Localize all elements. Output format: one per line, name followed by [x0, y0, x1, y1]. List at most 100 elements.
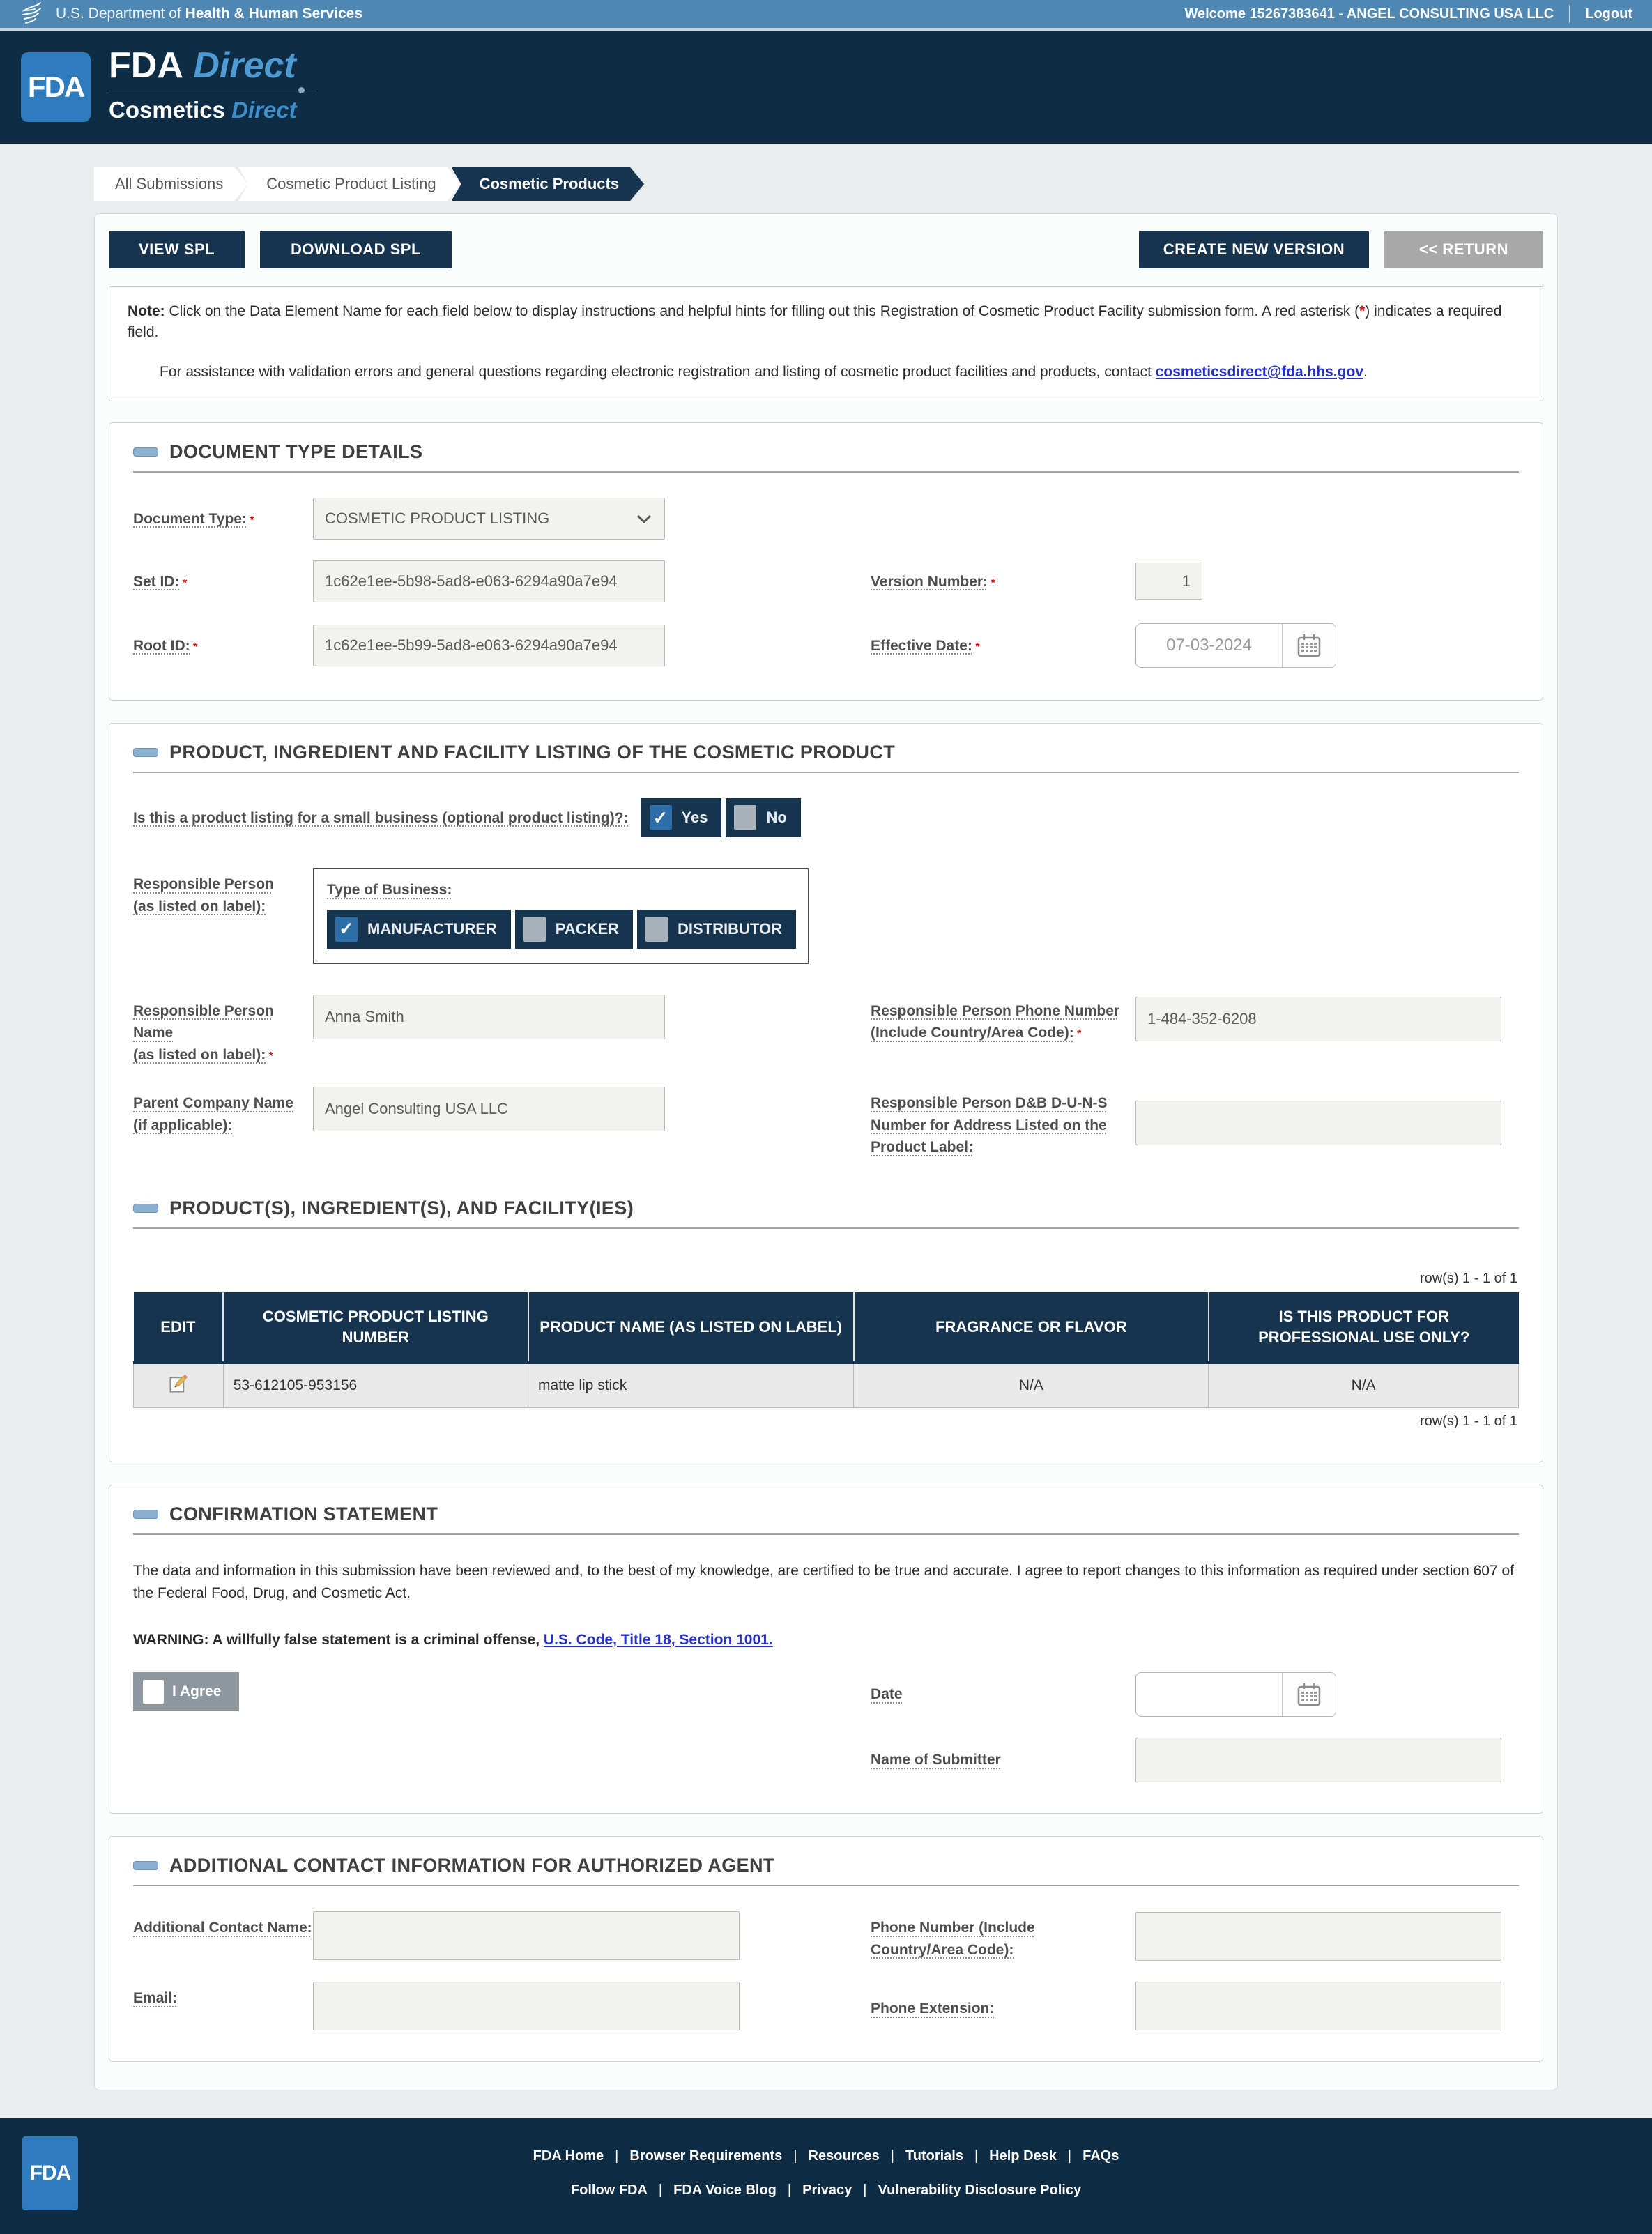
- footer-link-help-desk[interactable]: Help Desk: [963, 2148, 1057, 2164]
- footer-link-vulnerability-disclosure[interactable]: Vulnerability Disclosure Policy: [852, 2182, 1081, 2198]
- footer-link-follow-fda[interactable]: Follow FDA: [571, 2182, 648, 2198]
- i-agree-checkbox-button[interactable]: I Agree: [133, 1672, 239, 1711]
- name-of-submitter-label[interactable]: Name of Submitter: [871, 1752, 1001, 1768]
- additional-contact-name-label[interactable]: Additional Contact Name:: [133, 1920, 312, 1936]
- view-spl-button[interactable]: VIEW SPL: [109, 231, 245, 268]
- welcome-text: Welcome 15267383641 - ANGEL CONSULTING U…: [1184, 6, 1554, 22]
- version-number-field[interactable]: 1: [1135, 563, 1202, 600]
- create-new-version-button[interactable]: CREATE NEW VERSION: [1139, 231, 1369, 268]
- collapse-dash-icon[interactable]: [133, 1204, 158, 1213]
- breadcrumb-all-submissions[interactable]: All Submissions: [94, 167, 248, 201]
- manufacturer-checkbox[interactable]: [335, 917, 358, 942]
- small-business-label[interactable]: Is this a product listing for a small bu…: [133, 807, 629, 829]
- rowcount-bottom: row(s) 1 - 1 of 1: [133, 1414, 1517, 1430]
- calendar-button[interactable]: [1283, 624, 1336, 667]
- responsible-person-phone-label[interactable]: Responsible Person Phone Number(Include …: [871, 1003, 1119, 1041]
- footer-link-faqs[interactable]: FAQs: [1057, 2148, 1119, 2164]
- main-form-card: VIEW SPL DOWNLOAD SPL CREATE NEW VERSION…: [94, 213, 1558, 2090]
- footer-link-tutorials[interactable]: Tutorials: [880, 2148, 963, 2164]
- packer-checkbox[interactable]: [523, 917, 546, 942]
- fda-direct-title: FDA Direct: [109, 47, 317, 91]
- footer-link-privacy[interactable]: Privacy: [777, 2182, 852, 2198]
- section-title: ADDITIONAL CONTACT INFORMATION FOR AUTHO…: [169, 1855, 775, 1876]
- packer-option[interactable]: PACKER: [515, 910, 633, 949]
- professional-use-cell: N/A: [1209, 1363, 1519, 1408]
- manufacturer-option[interactable]: MANUFACTURER: [327, 910, 511, 949]
- logout-link[interactable]: Logout: [1585, 6, 1632, 22]
- page-footer: FDA FDA Home Browser Requirements Resour…: [0, 2118, 1652, 2234]
- collapse-dash-icon[interactable]: [133, 1861, 158, 1870]
- download-spl-button[interactable]: DOWNLOAD SPL: [260, 231, 452, 268]
- document-type-details-section: DOCUMENT TYPE DETAILS Document Type: * C…: [109, 422, 1543, 701]
- section-title: CONFIRMATION STATEMENT: [169, 1504, 438, 1525]
- agree-checkbox[interactable]: [143, 1680, 164, 1704]
- footer-link-fda-voice-blog[interactable]: FDA Voice Blog: [648, 2182, 777, 2198]
- distributor-checkbox[interactable]: [645, 917, 668, 942]
- chevron-down-icon: [637, 510, 651, 523]
- responsible-person-name-field[interactable]: Anna Smith: [313, 995, 665, 1039]
- effective-date-field[interactable]: 07-03-2024: [1136, 624, 1283, 667]
- no-checkbox[interactable]: [734, 805, 756, 830]
- footer-links-row1: FDA Home Browser Requirements Resources …: [533, 2148, 1119, 2164]
- footer-links-row2: Follow FDA FDA Voice Blog Privacy Vulner…: [571, 2182, 1081, 2198]
- version-number-label[interactable]: Version Number:: [871, 574, 988, 590]
- type-of-business-box: Type of Business: MANUFACTURER PACKER DI…: [313, 868, 809, 964]
- breadcrumb-cosmetic-product-listing[interactable]: Cosmetic Product Listing: [238, 167, 461, 201]
- small-business-no-option[interactable]: No: [726, 798, 800, 837]
- fda-footer-logo: FDA: [22, 2136, 78, 2210]
- set-id-field[interactable]: 1c62e1ee-5b98-5ad8-e063-6294a90a7e94: [313, 560, 665, 602]
- root-id-field[interactable]: 1c62e1ee-5b99-5ad8-e063-6294a90a7e94: [313, 625, 665, 666]
- additional-contact-section: ADDITIONAL CONTACT INFORMATION FOR AUTHO…: [109, 1836, 1543, 2062]
- toolbar: VIEW SPL DOWNLOAD SPL CREATE NEW VERSION…: [109, 231, 1543, 268]
- set-id-label[interactable]: Set ID:: [133, 574, 180, 590]
- name-of-submitter-field[interactable]: [1135, 1738, 1501, 1782]
- root-id-label[interactable]: Root ID:: [133, 638, 190, 654]
- responsible-person-name-label[interactable]: Responsible Person Name(as listed on lab…: [133, 1003, 274, 1063]
- hhs-top-bar: U.S. Department of Health & Human Servic…: [0, 0, 1652, 31]
- return-button[interactable]: << RETURN: [1384, 231, 1543, 268]
- type-of-business-label[interactable]: Type of Business:: [327, 882, 452, 898]
- section-title: PRODUCT, INGREDIENT AND FACILITY LISTING…: [169, 742, 895, 763]
- email-label[interactable]: Email:: [133, 1990, 177, 2006]
- rowcount-top: row(s) 1 - 1 of 1: [133, 1271, 1517, 1287]
- yes-checkbox[interactable]: [650, 805, 672, 830]
- us-code-link[interactable]: U.S. Code, Title 18, Section 1001.: [544, 1632, 773, 1648]
- date-label[interactable]: Date: [871, 1686, 903, 1702]
- responsible-person-phone-field[interactable]: 1-484-352-6208: [1135, 997, 1501, 1041]
- parent-company-name-field[interactable]: Angel Consulting USA LLC: [313, 1087, 665, 1131]
- duns-number-field[interactable]: [1135, 1101, 1501, 1145]
- footer-link-resources[interactable]: Resources: [782, 2148, 879, 2164]
- parent-company-name-label[interactable]: Parent Company Name(if applicable):: [133, 1095, 293, 1133]
- calendar-button[interactable]: [1283, 1673, 1336, 1716]
- assistance-text: For assistance with validation errors an…: [128, 362, 1524, 383]
- edit-row-icon[interactable]: [167, 1372, 190, 1395]
- duns-number-label[interactable]: Responsible Person D&B D-U-N-S Number fo…: [871, 1095, 1108, 1155]
- document-type-select[interactable]: COSMETIC PRODUCT LISTING: [313, 498, 665, 540]
- collapse-dash-icon[interactable]: [133, 748, 158, 757]
- phone-extension-label[interactable]: Phone Extension:: [871, 2000, 994, 2017]
- divider: [1569, 5, 1570, 23]
- product-ingredient-facility-section: PRODUCT, INGREDIENT AND FACILITY LISTING…: [109, 723, 1543, 1462]
- distributor-option[interactable]: DISTRIBUTOR: [637, 910, 796, 949]
- cosmeticsdirect-email-link[interactable]: cosmeticsdirect@fda.hhs.gov: [1156, 364, 1363, 380]
- divider: [133, 1533, 1519, 1535]
- responsible-person-label[interactable]: Responsible Person(as listed on label):: [133, 876, 274, 915]
- fda-brand-header: FDA FDA Direct Cosmetics Direct: [0, 31, 1652, 144]
- phone-number-field[interactable]: [1135, 1912, 1501, 1961]
- collapse-dash-icon[interactable]: [133, 447, 158, 457]
- collapse-dash-icon[interactable]: [133, 1510, 158, 1519]
- phone-extension-field[interactable]: [1135, 1982, 1501, 2030]
- note-box: Note: Click on the Data Element Name for…: [109, 286, 1543, 401]
- additional-contact-name-field[interactable]: [313, 1911, 740, 1960]
- fragrance-cell: N/A: [854, 1363, 1209, 1408]
- confirmation-date-field[interactable]: [1136, 1673, 1283, 1716]
- small-business-yes-option[interactable]: Yes: [641, 798, 722, 837]
- footer-link-browser-requirements[interactable]: Browser Requirements: [604, 2148, 782, 2164]
- footer-link-fda-home[interactable]: FDA Home: [533, 2148, 604, 2164]
- confirmation-date-group: [1135, 1672, 1336, 1717]
- document-type-label[interactable]: Document Type:: [133, 511, 247, 527]
- email-field[interactable]: [313, 1982, 740, 2030]
- effective-date-label[interactable]: Effective Date:: [871, 638, 972, 654]
- hhs-eagle-icon: [20, 0, 46, 29]
- phone-number-label[interactable]: Phone Number (Include Country/Area Code)…: [871, 1920, 1035, 1958]
